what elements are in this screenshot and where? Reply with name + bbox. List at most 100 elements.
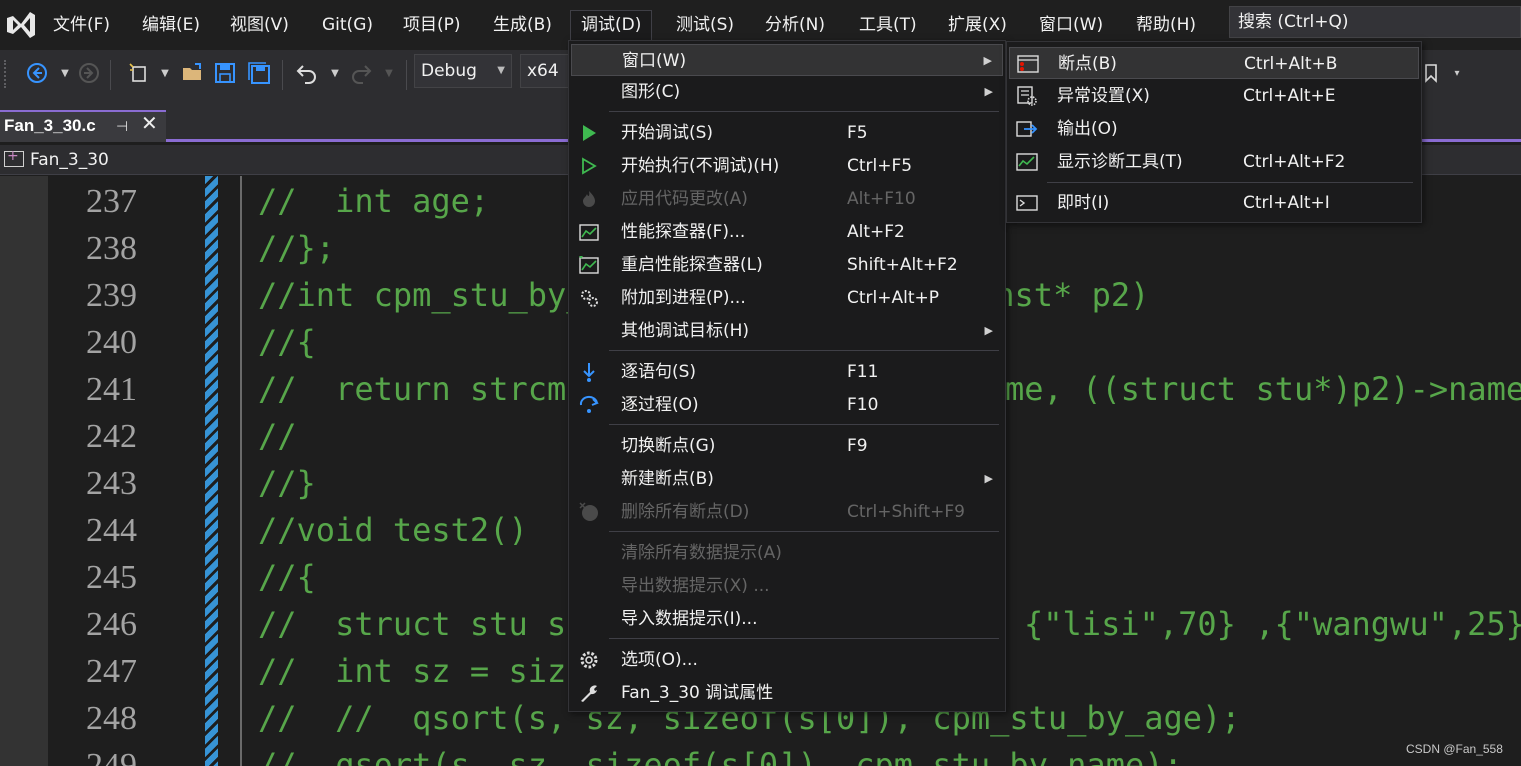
menu-item-label: 断点(B) <box>1058 54 1117 74</box>
menu-item-附加到进程[interactable]: 附加到进程(P)... Ctrl+Alt+P <box>571 282 1003 314</box>
new-project-dropdown-icon[interactable]: ▼ <box>150 58 180 88</box>
debug-menu-dropdown: 窗口(W) ▶ 图形(C) ▶ 开始调试(S) F5 开始执行(不调试)(H) Ctrl+F5… <box>568 40 1006 712</box>
menu-edit[interactable]: 编辑(E) <box>132 12 210 40</box>
menu-file[interactable]: 文件(F) <box>43 12 120 40</box>
menu-item-清除所有数据提示[interactable]: 清除所有数据提示(A) <box>571 537 1003 569</box>
menu-view[interactable]: 视图(V) <box>220 12 299 40</box>
menu-help[interactable]: 帮助(H) <box>1126 12 1206 40</box>
submenu-item-输出[interactable]: 输出(O) <box>1009 113 1419 145</box>
submenu-item-断点[interactable]: 断点(B) Ctrl+Alt+B <box>1009 47 1419 79</box>
diagnostic-tools-icon <box>1015 150 1039 174</box>
menu-item-重启性能探查器[interactable]: 重启性能探查器(L) Shift+Alt+F2 <box>571 249 1003 281</box>
menu-item-label: 逐过程(O) <box>621 395 699 415</box>
menu-debug[interactable]: 调试(D) <box>570 10 653 40</box>
menu-project[interactable]: 项目(P) <box>393 12 471 40</box>
open-file-icon[interactable] <box>178 58 208 88</box>
menu-build[interactable]: 生成(B) <box>483 12 562 40</box>
line-number: 249 <box>86 747 137 766</box>
menu-item-应用代码更改[interactable]: 应用代码更改(A) Alt+F10 <box>571 183 1003 215</box>
line-number: 241 <box>86 371 137 408</box>
menu-item-shortcut: Ctrl+Alt+E <box>1243 86 1336 106</box>
menu-item-fan-3-30-调试属性[interactable]: Fan_3_30 调试属性 <box>571 677 1003 709</box>
menu-item-窗口[interactable]: 窗口(W) ▶ <box>571 44 1003 76</box>
menu-item-label: 导入数据提示(I)... <box>621 609 758 629</box>
toolbar-overflow-icon[interactable]: ▾ <box>1442 58 1472 88</box>
configuration-value: Debug <box>421 61 477 81</box>
configuration-select[interactable]: Debug ▼ <box>414 54 512 88</box>
code-text: // struct stu s <box>258 605 567 643</box>
menu-item-其他调试目标[interactable]: 其他调试目标(H) ▶ <box>571 315 1003 347</box>
menu-separator <box>609 424 999 425</box>
code-text: //} <box>258 464 316 502</box>
menu-separator <box>609 638 999 639</box>
code-text: // return strcmp <box>258 370 586 408</box>
menu-item-逐语句[interactable]: 逐语句(S) F11 <box>571 356 1003 388</box>
toolbar-grip[interactable] <box>4 60 10 88</box>
menu-item-shortcut: Ctrl+F5 <box>847 156 913 176</box>
menu-item-开始调试[interactable]: 开始调试(S) F5 <box>571 117 1003 149</box>
menu-item-shortcut: Ctrl+Alt+F2 <box>1243 152 1346 172</box>
menu-item-shortcut: Alt+F10 <box>847 189 916 209</box>
menu-item-label: 附加到进程(P)... <box>621 288 746 308</box>
line-number: 245 <box>86 559 137 596</box>
submenu-item-异常设置[interactable]: 异常设置(X) Ctrl+Alt+E <box>1009 80 1419 112</box>
menu-item-label: 重启性能探查器(L) <box>621 255 763 275</box>
tab-fan-3-30-c[interactable]: Fan_3_30.c ⊣ ✕ <box>0 110 166 142</box>
line-number: 248 <box>86 700 137 737</box>
delete-breakpoints-icon <box>577 500 601 524</box>
menu-item-性能探查器[interactable]: 性能探查器(F)... Alt+F2 <box>571 216 1003 248</box>
line-number: 238 <box>86 230 137 267</box>
exception-settings-icon <box>1015 84 1039 108</box>
menu-item-开始执行[interactable]: 开始执行(不调试)(H) Ctrl+F5 <box>571 150 1003 182</box>
menu-item-导入数据提示[interactable]: 导入数据提示(I)... <box>571 603 1003 635</box>
menu-item-label: 图形(C) <box>621 82 681 102</box>
redo-icon[interactable] <box>346 58 376 88</box>
code-line[interactable]: 249 // qsort(s, sz, sizeof(s[0]), cpm_stu… <box>0 742 1521 766</box>
undo-icon[interactable] <box>292 58 322 88</box>
menu-item-shortcut: Ctrl+Alt+P <box>847 288 940 308</box>
play-outline-icon <box>577 154 601 178</box>
project-dropdown[interactable]: Fan_3_30 <box>30 147 109 173</box>
save-all-icon[interactable] <box>244 58 274 88</box>
menu-item-label: 清除所有数据提示(A) <box>621 543 782 563</box>
menu-item-选项[interactable]: 选项(O)... <box>571 644 1003 676</box>
gears-icon <box>577 286 601 310</box>
menu-item-label: 新建断点(B) <box>621 469 714 489</box>
submenu-item-即时[interactable]: 即时(I) Ctrl+Alt+I <box>1009 187 1419 219</box>
menu-item-label: 开始调试(S) <box>621 123 714 143</box>
close-icon[interactable]: ✕ <box>141 110 158 138</box>
menu-item-导出数据提示[interactable]: 导出数据提示(X) ... <box>571 570 1003 602</box>
redo-dropdown-icon[interactable]: ▼ <box>374 58 404 88</box>
submenu-arrow-icon: ▶ <box>984 472 993 485</box>
submenu-item-显示诊断工具[interactable]: 显示诊断工具(T) Ctrl+Alt+F2 <box>1009 146 1419 178</box>
code-text: //{ <box>258 323 316 361</box>
pin-icon[interactable]: ⊣ <box>116 112 128 140</box>
flame-icon <box>577 187 601 211</box>
menu-separator <box>609 531 999 532</box>
save-icon[interactable] <box>210 58 240 88</box>
profiler-icon <box>577 220 601 244</box>
menu-item-图形[interactable]: 图形(C) ▶ <box>571 76 1003 108</box>
menu-item-新建断点[interactable]: 新建断点(B) ▶ <box>571 463 1003 495</box>
navigate-forward-icon[interactable] <box>74 58 104 88</box>
search-input[interactable]: 搜索 (Ctrl+Q) <box>1229 6 1521 38</box>
menu-item-删除所有断点[interactable]: 删除所有断点(D) Ctrl+Shift+F9 <box>571 496 1003 528</box>
debug-window-submenu: 断点(B) Ctrl+Alt+B 异常设置(X) Ctrl+Alt+E 输出(O) 显示诊… <box>1006 41 1422 223</box>
menu-item-shortcut: Shift+Alt+F2 <box>847 255 958 275</box>
menu-tools[interactable]: 工具(T) <box>849 12 927 40</box>
menu-window[interactable]: 窗口(W) <box>1029 12 1113 40</box>
navigate-back-icon[interactable] <box>22 58 52 88</box>
menu-item-切换断点[interactable]: 切换断点(G) F9 <box>571 430 1003 462</box>
menu-git[interactable]: Git(G) <box>312 12 383 40</box>
code-text: // int age; <box>258 182 490 220</box>
menu-test[interactable]: 测试(S) <box>666 12 744 40</box>
menu-analyze[interactable]: 分析(N) <box>755 12 835 40</box>
submenu-arrow-icon: ▶ <box>983 54 992 67</box>
line-number: 244 <box>86 512 137 549</box>
tab-title: Fan_3_30.c <box>4 116 96 135</box>
menu-item-label: 删除所有断点(D) <box>621 502 750 522</box>
menu-item-逐过程[interactable]: 逐过程(O) F10 <box>571 389 1003 421</box>
menu-extensions[interactable]: 扩展(X) <box>938 12 1017 40</box>
menu-item-label: Fan_3_30 调试属性 <box>621 683 774 703</box>
menu-item-shortcut: F10 <box>847 395 879 415</box>
